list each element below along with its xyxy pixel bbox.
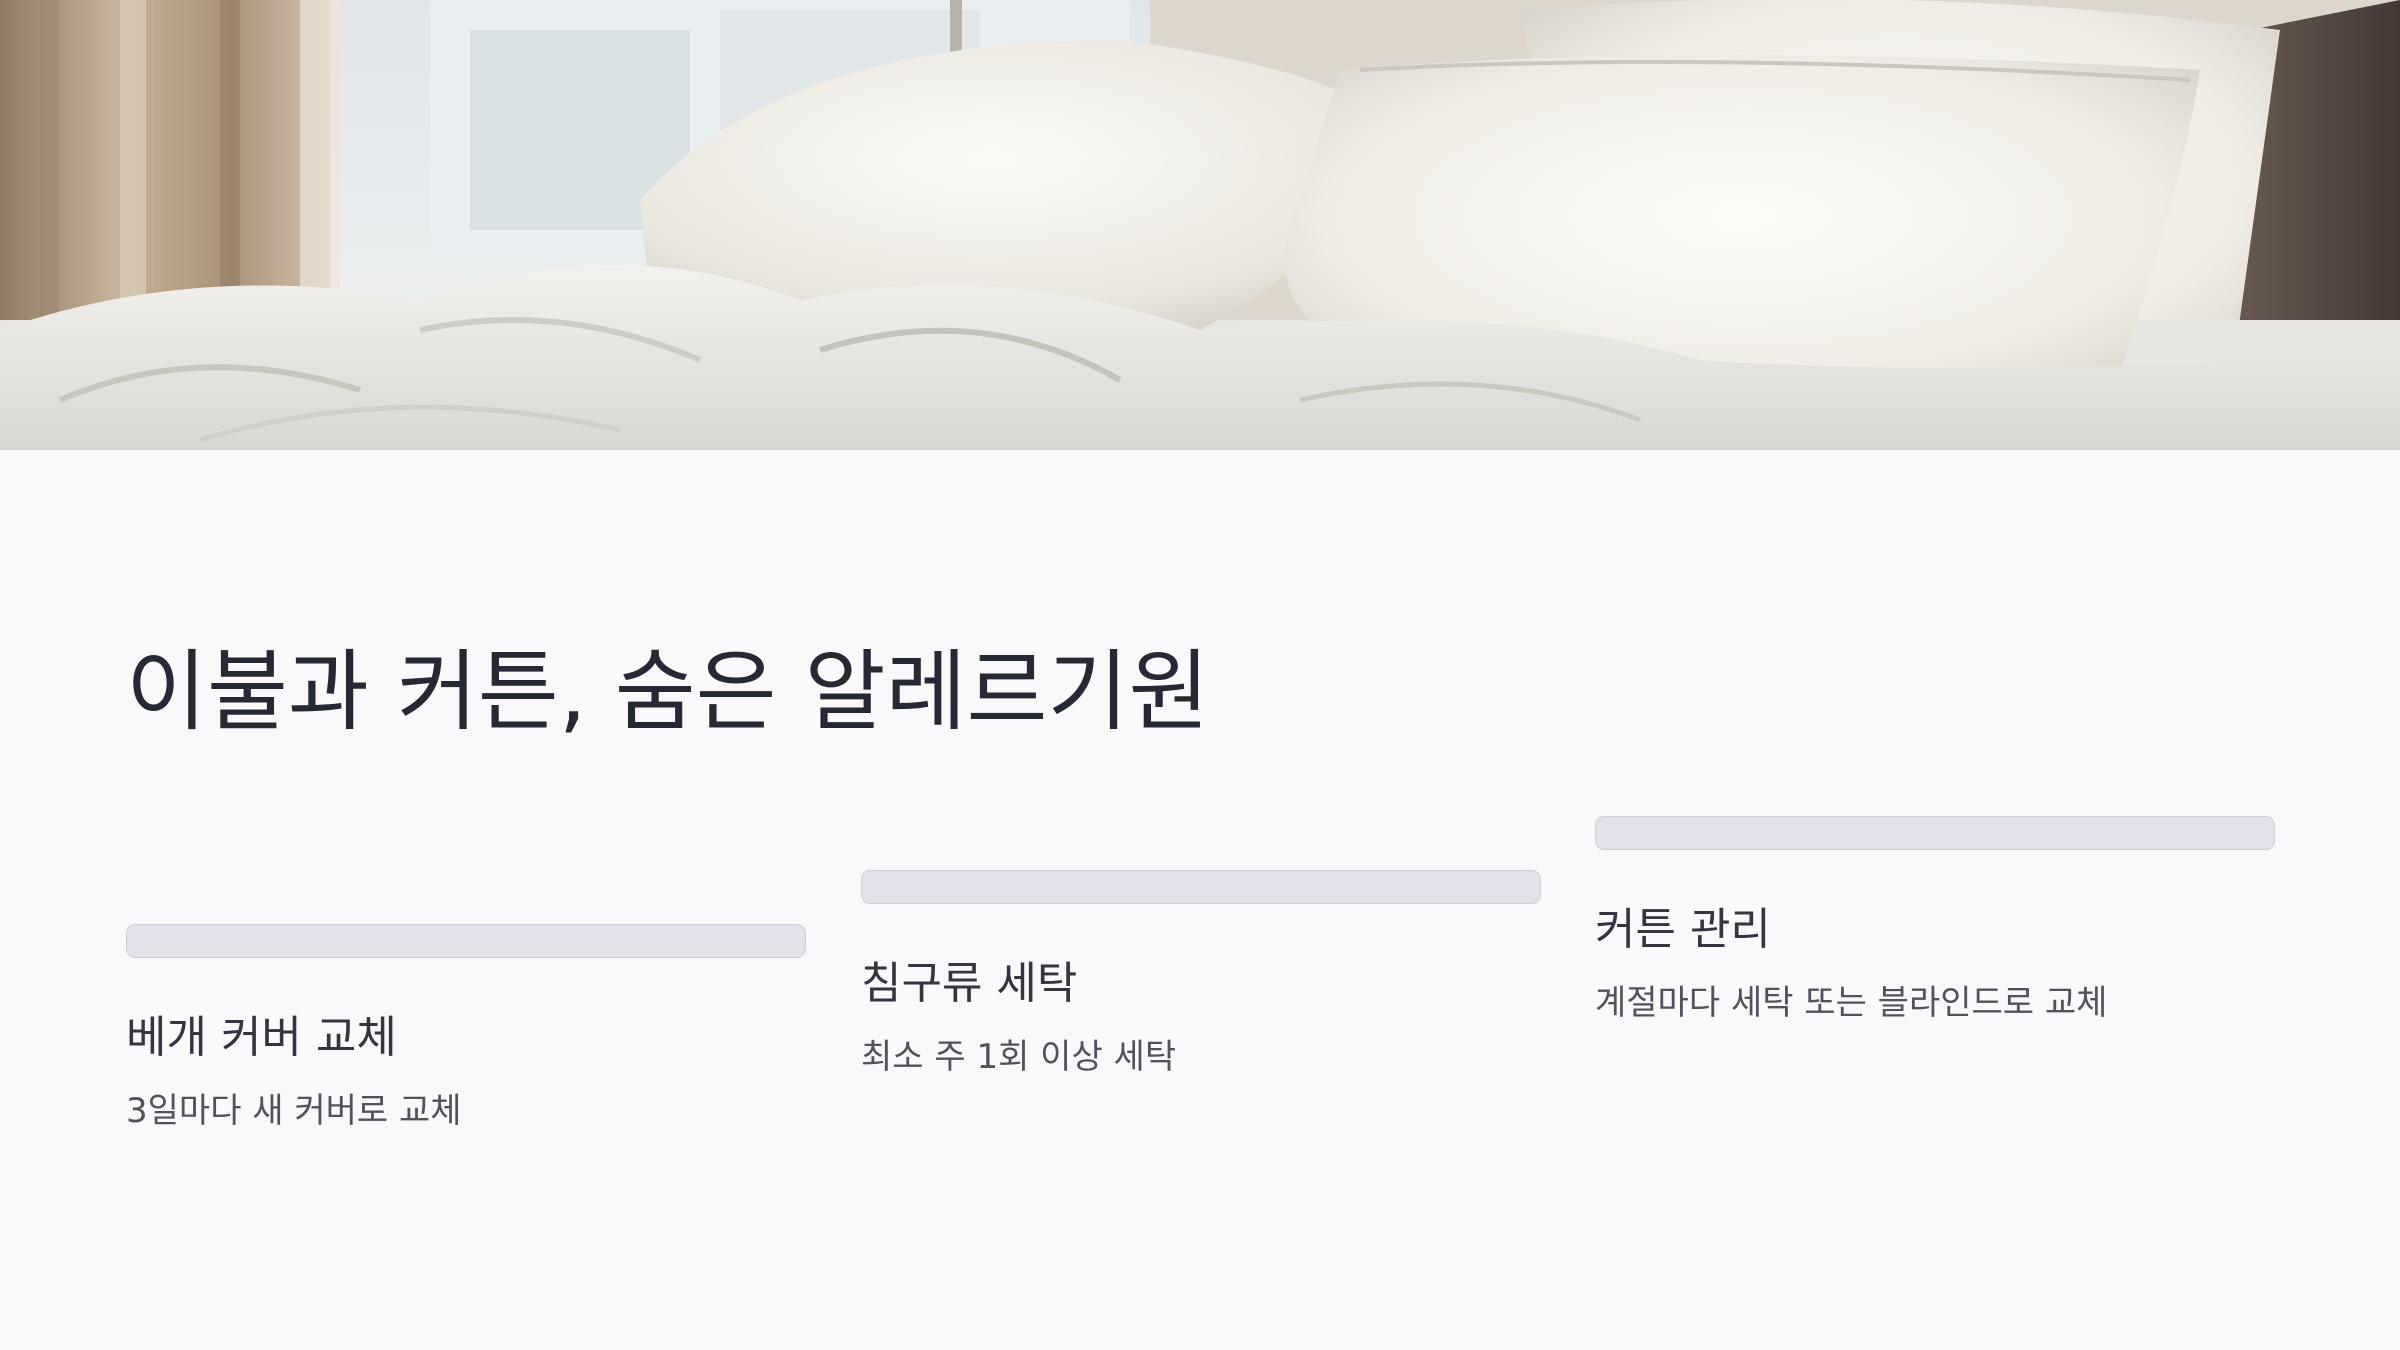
card-description: 최소 주 1회 이상 세탁 <box>861 1036 1177 1077</box>
card-header-bar <box>1595 816 2275 850</box>
card-bedding-wash: 침구류 세탁 최소 주 1회 이상 세탁 <box>861 870 1541 1079</box>
bedding-photo-icon <box>0 0 2400 450</box>
card-title: 침구류 세탁 <box>861 958 1078 1009</box>
card-title: 베개 커버 교체 <box>126 1012 397 1063</box>
card-header-bar <box>861 870 1541 904</box>
card-title: 커튼 관리 <box>1595 904 1771 955</box>
card-header-bar <box>126 924 806 958</box>
card-pillow-cover: 베개 커버 교체 3일마다 새 커버로 교체 <box>126 924 806 1133</box>
hero-image <box>0 0 2400 450</box>
card-description: 계절마다 세탁 또는 블라인드로 교체 <box>1595 982 2108 1023</box>
slide: 이불과 커튼, 숨은 알레르기원 베개 커버 교체 3일마다 새 커버로 교체 … <box>0 0 2400 1350</box>
card-description: 3일마다 새 커버로 교체 <box>126 1090 462 1131</box>
page-title: 이불과 커튼, 숨은 알레르기원 <box>126 640 1210 743</box>
card-curtain-care: 커튼 관리 계절마다 세탁 또는 블라인드로 교체 <box>1595 816 2275 1025</box>
